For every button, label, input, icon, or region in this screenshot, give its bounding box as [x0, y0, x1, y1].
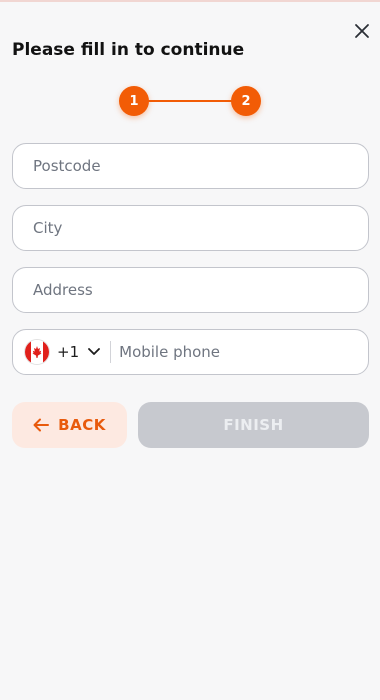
- country-code-selector[interactable]: +1: [13, 330, 101, 374]
- phone-field-container: +1: [12, 329, 369, 375]
- stepper-connector: [147, 100, 233, 102]
- arrow-left-icon: [33, 418, 50, 432]
- city-input[interactable]: [13, 206, 368, 250]
- close-icon: [355, 24, 369, 38]
- finish-button[interactable]: FINISH: [138, 402, 369, 448]
- address-field-container: [12, 267, 369, 313]
- chevron-down-icon: [88, 348, 101, 356]
- back-button-label: BACK: [58, 416, 106, 434]
- mobile-phone-input[interactable]: [111, 330, 368, 374]
- finish-button-label: FINISH: [223, 416, 284, 434]
- step-2-indicator: 2: [231, 86, 261, 116]
- page-title: Please fill in to continue: [12, 40, 245, 60]
- city-field-container: [12, 205, 369, 251]
- address-input[interactable]: [13, 268, 368, 312]
- dial-code-label: +1: [57, 343, 80, 361]
- close-button[interactable]: [350, 19, 374, 43]
- top-accent-strip: [0, 0, 380, 2]
- postcode-input[interactable]: [13, 144, 368, 188]
- canada-flag-icon: [25, 340, 49, 364]
- back-button[interactable]: BACK: [12, 402, 127, 448]
- progress-stepper: 1 2: [119, 86, 261, 116]
- postcode-field-container: [12, 143, 369, 189]
- step-1-indicator: 1: [119, 86, 149, 116]
